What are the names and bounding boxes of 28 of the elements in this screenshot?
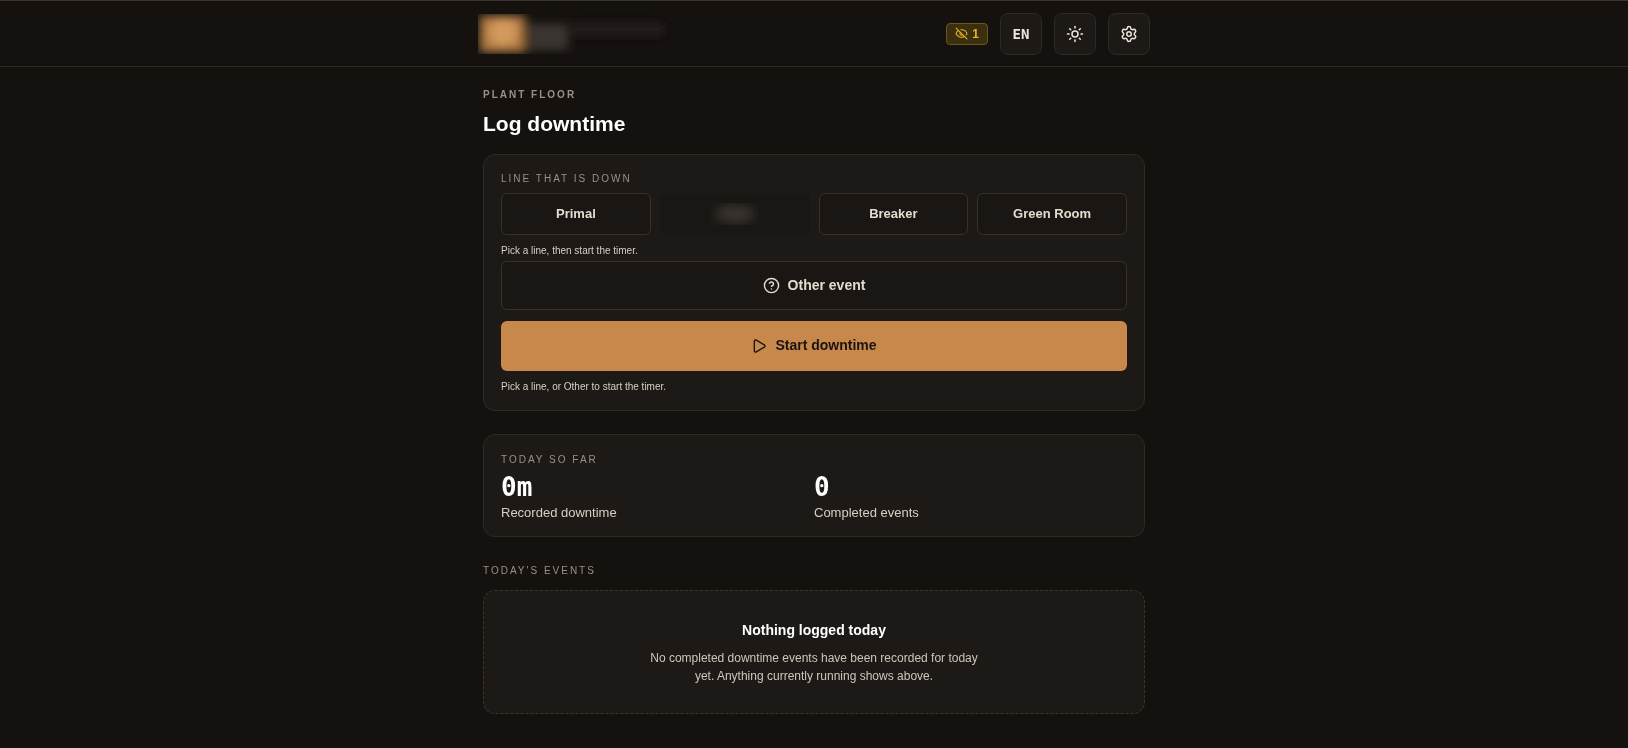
empty-title: Nothing logged today [742,620,886,640]
stat-label: Recorded downtime [501,503,618,522]
section-label: TODAY SO FAR [501,452,599,467]
language-button[interactable]: EN [1000,12,1042,55]
section-label: TODAY'S EVENTS [483,564,597,578]
help-icon [762,276,780,294]
line-button[interactable]: Primal [501,192,651,235]
other-event-button[interactable]: Other event [501,260,1127,310]
hidden-count-badge[interactable]: 1 [946,22,988,45]
line-button[interactable]: Breaker [818,192,969,235]
badge-count: 1 [972,25,979,42]
theme-button[interactable] [1054,12,1096,55]
stat-value: 0 [814,470,831,503]
section-label: LINE THAT IS DOWN [501,171,633,186]
empty-description: No completed downtime events have been recorded for today yet. Anything currently running shows above. [649,649,979,685]
hint-text: Pick a line, then start the timer. [501,243,639,258]
hint-text: Pick a line, or Other to start the timer. [501,379,668,394]
stat-value: 0m [501,470,534,503]
stat-label: Completed events [814,503,920,522]
line-button[interactable]: Green Room [977,192,1127,235]
start-downtime-button[interactable]: Start downtime [501,320,1127,371]
page-eyebrow: PLANT FLOOR [483,88,578,102]
play-icon [751,337,768,354]
page-title: Log downtime [483,111,627,137]
settings-icon [1120,24,1138,43]
eye-off-icon [955,27,969,40]
sun-icon [1066,24,1084,43]
settings-button[interactable] [1108,12,1150,55]
